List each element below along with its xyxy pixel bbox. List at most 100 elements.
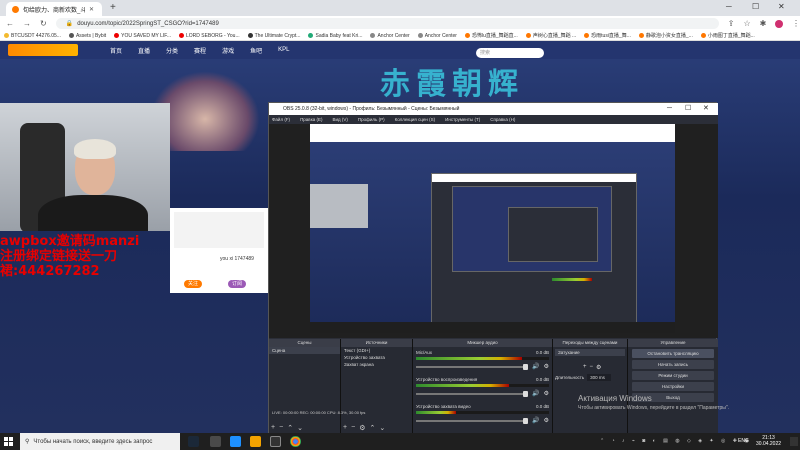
add-icon[interactable]: +	[271, 424, 275, 432]
up-icon[interactable]: ⌃	[287, 424, 293, 432]
stop-stream-button[interactable]: Остановить трансляцию	[632, 349, 714, 358]
bookmark-item[interactable]: Sadia Baby feat Kri...	[308, 33, 362, 39]
bookmark-label: The Ultimate Crypt...	[254, 32, 301, 39]
language-indicator[interactable]: ENG	[738, 438, 749, 444]
obs-taskbar-icon[interactable]	[270, 436, 281, 447]
volume-slider-handle[interactable]	[523, 390, 529, 397]
follow-button[interactable]: 关注	[184, 280, 203, 288]
close-tab-icon[interactable]: ✕	[89, 6, 94, 13]
gear-icon[interactable]: ⚙	[544, 390, 549, 397]
bookmark-item[interactable]: 小雨图丁直播_舞蹈...	[700, 32, 755, 39]
volume-slider-handle[interactable]	[523, 417, 529, 424]
up-icon[interactable]: ⌃	[369, 424, 375, 432]
obs-menu-item[interactable]: Инструменты (T)	[445, 117, 480, 122]
taskbar-search-input[interactable]: ⚲ Чтобы начать поиск, введите здесь запр…	[20, 433, 180, 450]
obs-menu-item[interactable]: Правка (E)	[300, 117, 322, 122]
source-item[interactable]: Захват экрана	[341, 361, 412, 368]
speaker-icon[interactable]: 🔊	[532, 363, 539, 370]
obs-close-icon[interactable]: ✕	[703, 103, 709, 115]
forward-icon[interactable]: →	[23, 19, 31, 28]
bookmark-item[interactable]: BTCUSDT 44276.05...	[4, 33, 61, 39]
clock[interactable]: 21:13 30.04.2022	[756, 435, 781, 447]
source-item[interactable]: Устройство захвата	[341, 354, 412, 361]
profile-avatar[interactable]	[775, 19, 783, 28]
taskview-icon[interactable]	[210, 436, 221, 447]
notification-icon[interactable]	[790, 437, 798, 446]
volume-slider[interactable]	[416, 417, 529, 424]
add-icon[interactable]: +	[343, 424, 347, 432]
bookmark-item[interactable]: YOU SAVED MY LIF...	[114, 33, 171, 39]
windows-start-icon[interactable]	[4, 437, 13, 446]
transitions-header: Переходы между сценами	[553, 339, 627, 347]
remove-icon[interactable]: −	[590, 364, 594, 371]
nav-live[interactable]: 直播	[138, 46, 150, 55]
nav-schedule[interactable]: 赛程	[194, 46, 206, 55]
obs-minimize-icon[interactable]: ─	[667, 103, 672, 115]
bookmark-item[interactable]: 静歌泡小资女直播_...	[638, 32, 693, 39]
volume-slider[interactable]	[416, 390, 529, 397]
new-tab-button[interactable]: +	[110, 2, 116, 13]
remove-icon[interactable]: −	[279, 424, 283, 432]
add-icon[interactable]: +	[583, 364, 587, 371]
gear-icon[interactable]: ⚙	[544, 417, 549, 424]
app-icon[interactable]	[230, 436, 241, 447]
extensions-icon[interactable]: ✱	[760, 19, 767, 28]
start-recording-button[interactable]: Начать запись	[632, 360, 714, 369]
mixer-channel-name: Устройство захвата видео	[416, 404, 471, 409]
settings-button[interactable]: Настройки	[632, 382, 714, 391]
chrome-icon[interactable]	[290, 436, 301, 447]
douyu-logo[interactable]	[8, 44, 78, 56]
obs-menu-item[interactable]: Справка (H)	[490, 117, 515, 122]
source-item[interactable]: Текст (GDI+)	[341, 347, 412, 354]
bookmark-item[interactable]: The Ultimate Crypt...	[247, 32, 301, 39]
gear-icon[interactable]: ⚙	[544, 363, 549, 370]
studio-mode-button[interactable]: Режим студии	[632, 371, 714, 380]
close-window-icon[interactable]: ✕	[778, 2, 785, 11]
obs-menu-item[interactable]: Коллекция сцен (S)	[395, 117, 436, 122]
bookmark-item[interactable]: 恐怖lu直播_舞蹈直...	[464, 32, 518, 39]
subscribe-button[interactable]: 订阅	[228, 280, 247, 288]
gear-icon[interactable]: ⚙	[359, 424, 365, 432]
share-icon[interactable]: ⇪	[728, 19, 735, 28]
bookmark-item[interactable]: 声树心直播_舞蹈 ...	[525, 32, 576, 39]
browser-tab[interactable]: 旬给欧力、商新欢数_斗鱼直播平台 ✕	[6, 2, 102, 16]
obs-menu-item[interactable]: Вид (V)	[333, 117, 348, 122]
volume-slider-handle[interactable]	[523, 363, 529, 370]
bookmark-item[interactable]: Anchor Center	[370, 33, 410, 39]
down-icon[interactable]: ⌄	[297, 424, 303, 432]
obs-maximize-icon[interactable]: ☐	[685, 103, 691, 115]
back-icon[interactable]: ←	[6, 19, 14, 28]
nav-home[interactable]: 首页	[110, 46, 122, 55]
overlay-line-3: 裙:444267282	[0, 264, 100, 279]
bookmark-item[interactable]: LORD SEBORG - You...	[178, 33, 240, 39]
nav-games[interactable]: 游戏	[222, 46, 234, 55]
speaker-icon[interactable]: 🔊	[532, 390, 539, 397]
maximize-icon[interactable]: ☐	[752, 2, 759, 11]
star-icon[interactable]: ☆	[743, 19, 750, 28]
bookmark-item[interactable]: Assets | Bybit	[68, 33, 106, 39]
menu-icon[interactable]: ⋮	[792, 19, 800, 28]
volume-slider[interactable]	[416, 363, 529, 370]
scene-item[interactable]: Сцена	[269, 347, 340, 354]
reload-icon[interactable]: ↻	[40, 19, 47, 28]
bookmark-item[interactable]: 恐雨tusi直播_舞...	[584, 32, 631, 39]
site-search-input[interactable]: 搜索	[476, 48, 544, 58]
nav-kpl[interactable]: KPL	[278, 47, 289, 53]
obs-preview[interactable]	[269, 124, 718, 338]
bookmark-item[interactable]: Anchor Center	[417, 33, 457, 39]
remove-icon[interactable]: −	[351, 424, 355, 432]
nav-category[interactable]: 分类	[166, 46, 178, 55]
transition-select[interactable]: Затухание	[555, 349, 625, 356]
down-icon[interactable]: ⌄	[379, 424, 385, 432]
duration-input[interactable]: 300 ms	[587, 374, 612, 381]
steam-icon[interactable]	[188, 436, 199, 447]
speaker-icon[interactable]: 🔊	[532, 417, 539, 424]
url-input[interactable]: 🔒 douyu.com/topic/2022SpringST_CSGO?rid=…	[55, 18, 719, 29]
tray-icons[interactable]: ⌃ ◔ ♪ ⌁ ◙ ◐ ▤ ◍ ◇ ◈ ✦ ◎ ✚ ◉	[600, 438, 752, 444]
folder-icon[interactable]	[250, 436, 261, 447]
nav-fishbar[interactable]: 鱼吧	[250, 46, 262, 55]
gear-icon[interactable]: ⚙	[596, 364, 601, 371]
obs-menu-item[interactable]: Файл (F)	[272, 117, 290, 122]
obs-menu-item[interactable]: Профиль (P)	[358, 117, 385, 122]
minimize-icon[interactable]: ─	[726, 2, 732, 11]
